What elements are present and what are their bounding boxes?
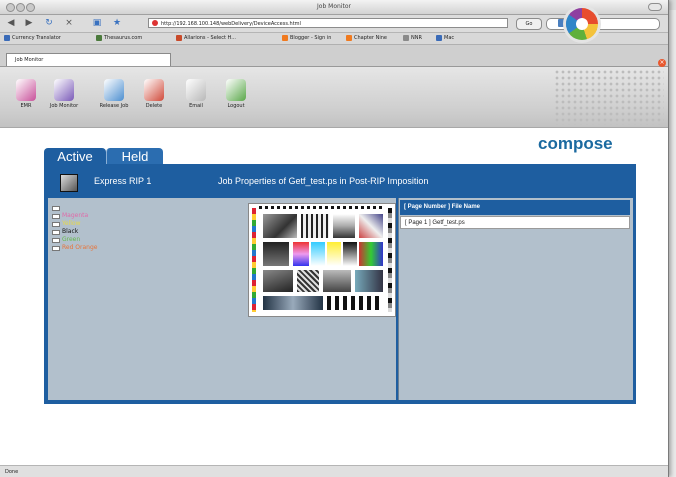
tab-bar: Job Monitor × xyxy=(0,45,668,67)
bookmark-item[interactable]: Blogger - Sign in xyxy=(282,35,331,42)
home-icon[interactable]: ▣ xyxy=(90,18,104,28)
gradient-tile xyxy=(333,214,355,238)
rip-server-icon xyxy=(60,174,78,192)
color-ramp-tile xyxy=(327,242,341,266)
tab-held[interactable]: Held xyxy=(106,148,163,165)
bookmark-icon xyxy=(282,35,288,41)
job-monitor-button[interactable]: Job Monitor xyxy=(44,79,84,125)
job-monitor-icon xyxy=(54,79,74,101)
title-bar[interactable]: Job Monitor xyxy=(0,0,668,15)
rip-name: Express RIP 1 xyxy=(94,176,152,186)
delete-icon xyxy=(144,79,164,101)
back-icon[interactable]: ◀ xyxy=(4,18,18,28)
site-favicon-icon xyxy=(152,20,158,26)
window-title: Job Monitor xyxy=(317,3,351,10)
release-job-icon xyxy=(104,79,124,101)
photo-tile xyxy=(263,296,323,310)
pattern-tile xyxy=(301,214,329,238)
separation-checkbox[interactable] xyxy=(52,230,60,235)
bookmark-icon xyxy=(176,35,182,41)
bookmarks-bar: Currency Translator Thesaurus.com Allari… xyxy=(0,33,668,45)
bookmark-icon xyxy=(96,35,102,41)
bookmark-item[interactable]: Allarions - Select H... xyxy=(176,35,236,42)
color-bar-right xyxy=(388,208,392,312)
separation-checkbox[interactable] xyxy=(52,214,60,219)
app-toolbar: EMR Job Monitor Release Job Delete Email… xyxy=(0,67,668,128)
registration-bar-top xyxy=(259,206,385,209)
page-preview-thumbnail[interactable] xyxy=(248,203,396,317)
bookmark-item[interactable]: NNR xyxy=(403,35,422,42)
separation-label: Magenta xyxy=(62,212,89,219)
bookmark-icon xyxy=(403,35,409,41)
bookmark-icon xyxy=(346,35,352,41)
pattern-tile xyxy=(297,270,319,292)
go-button[interactable]: Go xyxy=(516,18,542,30)
separation-checkbox[interactable] xyxy=(52,222,60,227)
logout-button[interactable]: Logout xyxy=(216,79,256,125)
bookmark-icon xyxy=(4,35,10,41)
bookmark-add-icon[interactable]: ★ xyxy=(110,18,124,28)
logout-icon xyxy=(226,79,246,101)
color-ramp-tile xyxy=(293,242,309,266)
toolbar-toggle-button[interactable] xyxy=(648,3,662,11)
page-list-header: [ Page Number ] File Name xyxy=(400,200,630,215)
color-ramp-tile xyxy=(359,242,383,266)
compose-logo: compose xyxy=(538,134,613,153)
separation-checkbox[interactable] xyxy=(52,238,60,243)
delete-button[interactable]: Delete xyxy=(134,79,174,125)
brand-pattern xyxy=(554,69,664,125)
forward-icon[interactable]: ▶ xyxy=(22,18,36,28)
photo-tile xyxy=(359,214,383,238)
browser-window: Job Monitor ◀ ▶ ↻ × ▣ ★ http://192.168.1… xyxy=(0,0,669,477)
gray-ramp-tile xyxy=(343,242,357,266)
email-icon xyxy=(186,79,206,101)
separation-label: Yellow xyxy=(62,220,81,227)
pattern-tile xyxy=(327,296,383,310)
photo-tile xyxy=(263,214,297,238)
separation-label: Red Orange xyxy=(62,244,98,251)
brand-logo-center xyxy=(576,18,588,30)
color-ramp-tile xyxy=(311,242,325,266)
photo-tile xyxy=(263,242,289,266)
separation-checkbox[interactable] xyxy=(52,206,60,211)
color-bar-left xyxy=(252,208,256,312)
separation-label: Black xyxy=(62,228,79,235)
separation-checkbox[interactable] xyxy=(52,246,60,251)
separation-label: Green xyxy=(62,236,81,243)
tab-active[interactable]: Active xyxy=(44,148,106,165)
emr-button[interactable]: EMR xyxy=(6,79,46,125)
email-button[interactable]: Email xyxy=(176,79,216,125)
bookmark-item[interactable]: Currency Translator xyxy=(4,35,61,42)
stop-icon[interactable]: × xyxy=(62,18,76,28)
reload-icon[interactable]: ↻ xyxy=(42,18,56,28)
bookmark-icon xyxy=(436,35,442,41)
address-bar[interactable]: http://192.168.100.148/webDelivery/Devic… xyxy=(148,18,508,28)
photo-tile xyxy=(355,270,383,292)
emr-icon xyxy=(16,79,36,101)
job-properties-title: Job Properties of Getf_test.ps in Post-R… xyxy=(218,176,429,186)
tab-job-monitor[interactable]: Job Monitor xyxy=(6,53,171,66)
bookmark-item[interactable]: Chapter Nine xyxy=(346,35,387,42)
release-job-button[interactable]: Release Job xyxy=(94,79,134,125)
photo-tile xyxy=(263,270,293,292)
bookmark-item[interactable]: Thesaurus.com xyxy=(96,35,142,42)
photo-tile xyxy=(323,270,351,292)
close-tab-icon[interactable]: × xyxy=(658,59,666,67)
bookmark-item[interactable]: Mac xyxy=(436,35,454,42)
page-list-item-label: [ Page 1 ] Getf_test.ps xyxy=(405,220,465,226)
status-bar: Done xyxy=(0,465,668,477)
page-list-item[interactable]: [ Page 1 ] Getf_test.ps xyxy=(400,216,630,229)
